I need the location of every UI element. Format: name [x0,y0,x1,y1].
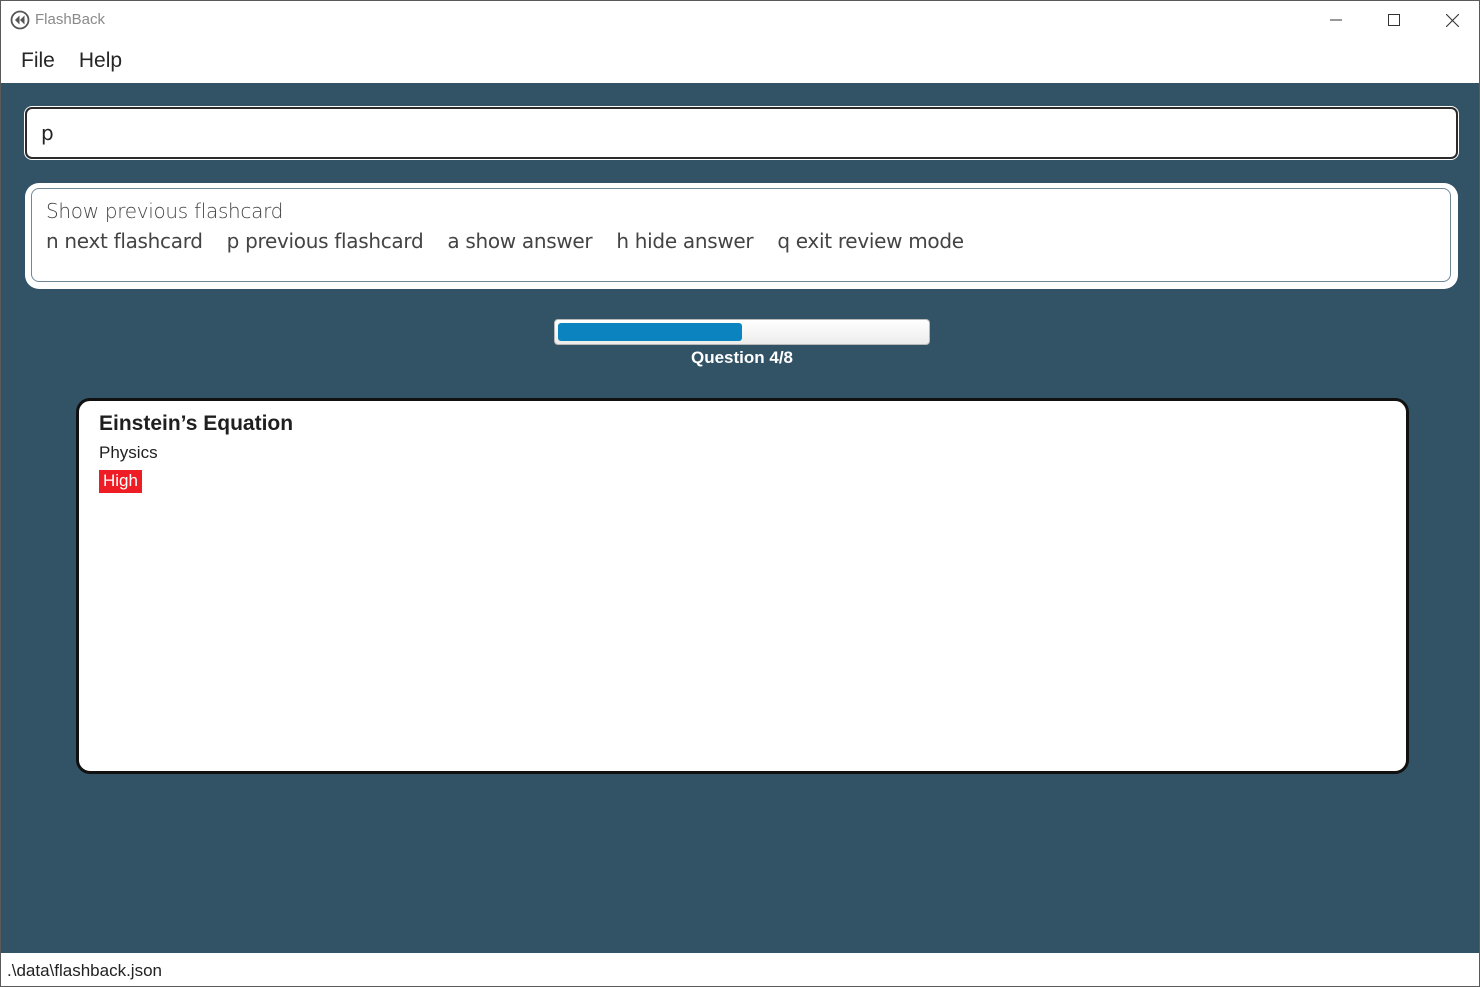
close-button[interactable] [1423,1,1480,39]
hint-exit-review: q exit review mode [777,229,964,253]
minimize-icon [1330,19,1342,21]
menu-help[interactable]: Help [79,49,122,73]
hint-hide-answer: h hide answer [616,229,754,253]
priority-badge: High [99,470,142,493]
main-panel: Show previous flashcard n next flashcard… [1,83,1479,953]
review-progress-bar [554,319,930,345]
hint-previous: p previous flashcard [226,229,424,253]
hint-show-answer: a show answer [447,229,593,253]
maximize-icon [1388,14,1400,26]
command-hints: n next flashcard p previous flashcard a … [46,229,1450,253]
minimize-button[interactable] [1307,1,1365,39]
result-display: Show previous flashcard n next flashcard… [25,183,1458,289]
flashcard-category: Physics [99,443,158,462]
maximize-button[interactable] [1365,1,1423,39]
title-bar: FlashBack [1,1,1479,39]
progress-fill [558,323,742,341]
command-input[interactable] [25,107,1458,159]
window-title: FlashBack [35,11,106,28]
result-text-area[interactable]: Show previous flashcard n next flashcard… [31,188,1451,282]
hint-next: n next flashcard [46,229,203,253]
menu-file[interactable]: File [21,49,55,73]
save-location: .\data\flashback.json [7,961,162,980]
flashcard: Einstein’s Equation Physics High [76,398,1409,774]
close-icon [1445,13,1459,27]
result-message: Show previous flashcard [46,199,284,223]
flashcard-title: Einstein’s Equation [99,412,294,435]
app-logo-icon [10,10,30,30]
status-bar: .\data\flashback.json [1,953,1479,986]
menu-bar: File Help [1,39,1479,83]
progress-label: Question 4/8 [690,348,794,367]
